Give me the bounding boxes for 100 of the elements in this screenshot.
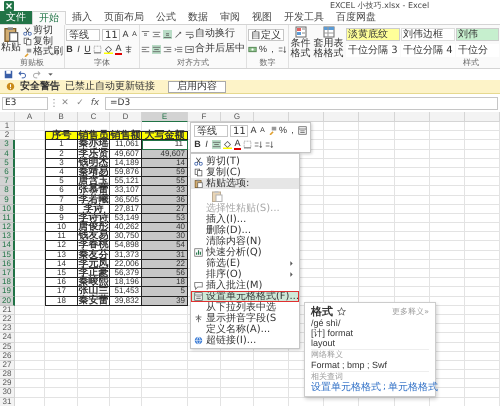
empty-cell[interactable] — [324, 241, 360, 251]
empty-cell[interactable] — [110, 333, 142, 342]
empty-cell[interactable] — [142, 342, 188, 352]
empty-cell[interactable] — [464, 333, 500, 342]
column-header[interactable]: B — [45, 112, 78, 122]
redo-icon[interactable] — [32, 70, 41, 79]
ribbon-tab[interactable]: 插入 — [66, 11, 98, 24]
empty-cell[interactable] — [464, 370, 500, 380]
empty-cell[interactable] — [464, 352, 500, 361]
empty-cell[interactable] — [221, 352, 254, 361]
empty-cell[interactable] — [464, 278, 500, 288]
number-format-dropdown[interactable]: 自定义 — [248, 28, 284, 40]
empty-cell[interactable] — [394, 140, 430, 150]
empty-cell[interactable] — [394, 168, 430, 178]
empty-cell[interactable] — [78, 370, 110, 380]
empty-cell[interactable] — [359, 150, 395, 159]
grow-font-button[interactable]: A — [122, 29, 129, 40]
star-icon[interactable] — [337, 307, 346, 316]
menu-item[interactable]: 排序(O) — [191, 269, 299, 280]
menu-item[interactable]: 剪切(T) — [191, 156, 299, 167]
decimal-icon[interactable] — [265, 140, 274, 149]
bold-button[interactable]: B — [194, 139, 201, 150]
column-header[interactable] — [324, 112, 360, 122]
indent-icon[interactable] — [174, 45, 183, 54]
empty-cell[interactable] — [110, 352, 142, 361]
empty-cell[interactable] — [430, 140, 465, 150]
empty-cell[interactable] — [45, 360, 78, 370]
empty-cell[interactable] — [359, 122, 395, 132]
column-header[interactable]: A — [15, 112, 45, 122]
enable-content-button[interactable]: 启用内容 — [168, 80, 226, 92]
phonetic-icon[interactable] — [124, 45, 133, 54]
save-icon[interactable] — [4, 70, 13, 79]
empty-cell[interactable] — [464, 360, 500, 370]
row-header[interactable]: 24 — [0, 333, 15, 342]
empty-cell[interactable] — [110, 306, 142, 315]
empty-cell[interactable] — [324, 168, 360, 178]
related-link[interactable]: 单元格格式 — [388, 382, 438, 393]
empty-cell[interactable] — [394, 278, 430, 288]
paste-button[interactable]: 粘贴 — [1, 26, 21, 53]
empty-cell[interactable] — [254, 360, 290, 370]
empty-cell[interactable] — [430, 287, 465, 297]
ribbon-tab[interactable]: 视图 — [246, 11, 278, 24]
name-box[interactable]: E3 — [2, 96, 48, 110]
empty-cell[interactable] — [359, 196, 395, 205]
empty-cell[interactable] — [394, 250, 430, 260]
underline-button[interactable]: U — [84, 44, 91, 55]
cell-style-swatch[interactable]: 千位分隔 3 — [346, 44, 400, 57]
align-left-icon[interactable] — [141, 45, 150, 54]
table-cell[interactable]: 30 — [142, 232, 188, 242]
empty-cell[interactable] — [359, 250, 395, 260]
menu-item[interactable]: 快速分析(Q) — [191, 247, 299, 258]
table-cell[interactable]: 33 — [142, 186, 188, 196]
empty-cell[interactable] — [110, 314, 142, 324]
fill-bucket-icon[interactable] — [104, 45, 113, 54]
insert-function-button[interactable]: fx — [90, 98, 100, 108]
empty-cell[interactable] — [359, 158, 395, 168]
row-header[interactable]: 1 — [0, 122, 15, 132]
ribbon-tab[interactable]: 公式 — [150, 11, 182, 24]
empty-cell[interactable] — [359, 223, 395, 232]
empty-cell[interactable] — [464, 122, 500, 132]
empty-cell[interactable] — [394, 122, 430, 132]
empty-cell[interactable] — [110, 370, 142, 380]
empty-cell[interactable] — [78, 352, 110, 361]
brush-icon[interactable] — [268, 126, 277, 135]
empty-cell[interactable] — [464, 324, 500, 334]
empty-cell[interactable] — [142, 360, 188, 370]
align-right-icon[interactable] — [163, 45, 172, 54]
row-header[interactable]: 3 — [0, 140, 15, 150]
empty-cell[interactable] — [78, 379, 110, 388]
empty-cell[interactable] — [78, 333, 110, 342]
empty-cell[interactable] — [359, 214, 395, 224]
empty-cell[interactable] — [359, 269, 395, 278]
row-header[interactable]: 28 — [0, 370, 15, 380]
column-header[interactable]: G — [221, 112, 254, 122]
row-header[interactable]: 12 — [0, 223, 15, 232]
menu-item[interactable]: 从下拉列表中选 — [191, 302, 299, 313]
empty-cell[interactable] — [45, 333, 78, 342]
merge-center-button[interactable]: 合并后居中 — [185, 44, 245, 55]
empty-cell[interactable] — [324, 214, 360, 224]
empty-cell[interactable] — [359, 260, 395, 269]
ribbon-tab[interactable]: 数据 — [182, 11, 214, 24]
empty-cell[interactable] — [254, 379, 290, 388]
empty-cell[interactable] — [324, 278, 360, 288]
empty-cell[interactable] — [78, 388, 110, 398]
empty-cell[interactable] — [45, 324, 78, 334]
empty-cell[interactable] — [394, 214, 430, 224]
undo-icon[interactable] — [18, 70, 27, 79]
column-header[interactable] — [394, 112, 430, 122]
align-center-icon[interactable] — [152, 45, 161, 54]
empty-cell[interactable] — [359, 204, 395, 214]
fill-bucket-icon[interactable] — [223, 140, 232, 149]
empty-cell[interactable] — [394, 177, 430, 186]
empty-cell[interactable] — [78, 342, 110, 352]
empty-cell[interactable] — [464, 269, 500, 278]
empty-cell[interactable] — [430, 168, 465, 178]
percent-button[interactable]: % — [279, 125, 288, 136]
italic-button[interactable]: I — [203, 139, 210, 150]
table-cell[interactable]: 55 — [142, 177, 188, 186]
row-header[interactable]: 19 — [0, 287, 15, 297]
font-name-dropdown[interactable]: 等线 — [194, 124, 228, 136]
